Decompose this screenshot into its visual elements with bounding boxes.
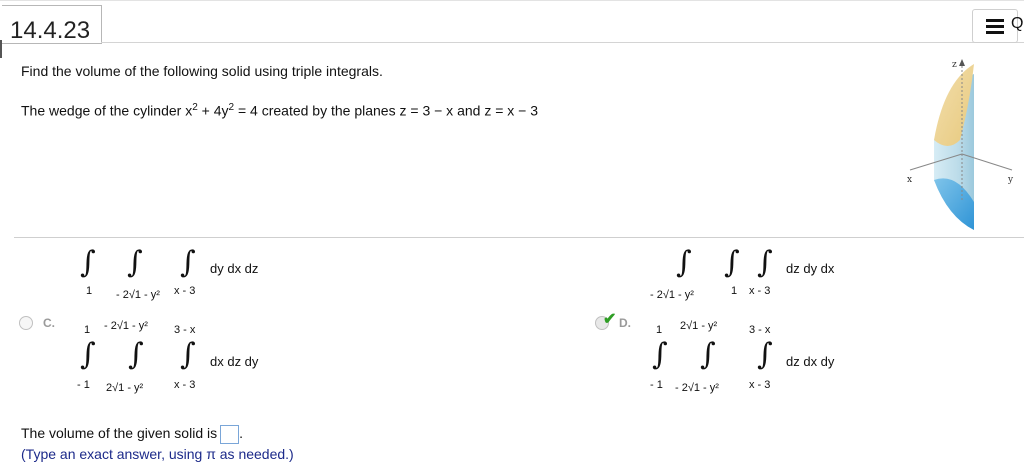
lower-limit-middle: - 2√1 - y² bbox=[675, 382, 719, 394]
lower-limit-middle: 2√1 - y² bbox=[106, 382, 144, 394]
answer-period: . bbox=[239, 425, 243, 442]
problem-part-a: The wedge of the cylinder x bbox=[21, 102, 193, 119]
header-divider bbox=[101, 42, 1024, 43]
integral-sign: ∫ bbox=[652, 337, 668, 372]
lower-limit-outer: - 1 bbox=[77, 379, 90, 391]
integral-sign: ∫ bbox=[127, 245, 143, 280]
y-axis-label: y bbox=[1007, 175, 1014, 185]
option-c-label: C. bbox=[43, 316, 55, 330]
integral-sign: ∫ bbox=[80, 337, 96, 372]
lower-limit-inner: x - 3 bbox=[174, 379, 196, 391]
integral-sign: ∫ bbox=[757, 245, 773, 280]
problem-part-b: + 4y bbox=[197, 102, 229, 119]
correct-check-icon: ✔ bbox=[603, 311, 617, 328]
differential: dz dx dy bbox=[786, 354, 835, 369]
integral-sign: ∫ bbox=[128, 337, 144, 372]
integral-sign: ∫ bbox=[676, 245, 692, 280]
problem-part-c: = 4 created by the planes z = 3 − x and … bbox=[234, 102, 539, 119]
upper-limit-outer: 1 bbox=[84, 324, 91, 336]
integral-sign: ∫ bbox=[180, 245, 196, 280]
upper-limit-inner: 3 - x bbox=[174, 324, 196, 336]
integral-sign: ∫ bbox=[180, 337, 196, 372]
header-top-border bbox=[0, 0, 1024, 1]
lower-limit-outer: - 2√1 - y² bbox=[650, 289, 694, 301]
wedge-figure: z x y bbox=[907, 59, 1014, 230]
answer-hint: (Type an exact answer, using π as needed… bbox=[21, 446, 294, 462]
lower-limit-inner: x - 3 bbox=[749, 285, 771, 297]
answer-label: The volume of the given solid is bbox=[21, 425, 218, 442]
lower-limit-outer: - 1 bbox=[650, 379, 663, 391]
option-c-radio[interactable] bbox=[19, 316, 33, 330]
x-axis-label: x bbox=[907, 175, 912, 185]
differential: dy dx dz bbox=[210, 261, 259, 276]
question-prompt: Find the volume of the following solid u… bbox=[21, 63, 383, 79]
integral-sign: ∫ bbox=[80, 245, 96, 280]
lower-limit-middle: 1 bbox=[731, 285, 738, 297]
left-edge-marker bbox=[0, 40, 2, 58]
lower-limit-outer: 1 bbox=[86, 285, 93, 297]
lower-limit-inner: x - 3 bbox=[174, 285, 196, 297]
upper-limit-outer: 1 bbox=[656, 324, 663, 336]
problem-statement: The wedge of the cylinder x2 + 4y2 = 4 c… bbox=[21, 102, 538, 119]
integral-sign: ∫ bbox=[757, 337, 773, 372]
integral-sign: ∫ bbox=[700, 337, 716, 372]
section-divider bbox=[14, 237, 1024, 238]
upper-limit-middle: 2√1 - y² bbox=[680, 320, 718, 332]
integral-sign: ∫ bbox=[724, 245, 740, 280]
list-menu-icon bbox=[986, 19, 1004, 37]
upper-limit-inner: 3 - x bbox=[749, 324, 771, 336]
lower-limit-middle: - 2√1 - y² bbox=[116, 289, 160, 301]
answer-prompt: The volume of the given solid is. bbox=[21, 425, 243, 444]
menu-letter: Q bbox=[1011, 15, 1024, 32]
section-number: 14.4.23 bbox=[10, 17, 91, 44]
differential: dx dz dy bbox=[210, 354, 259, 369]
section-number-box: 14.4.23 bbox=[2, 5, 102, 44]
upper-limit-middle: - 2√1 - y² bbox=[104, 320, 148, 332]
answer-input[interactable] bbox=[220, 425, 240, 444]
question-menu-button[interactable]: Q bbox=[972, 9, 1023, 43]
differential: dz dy dx bbox=[786, 261, 835, 276]
option-d-label: D. bbox=[619, 316, 631, 330]
lower-limit-inner: x - 3 bbox=[749, 379, 771, 391]
z-axis-label: z bbox=[952, 60, 957, 70]
